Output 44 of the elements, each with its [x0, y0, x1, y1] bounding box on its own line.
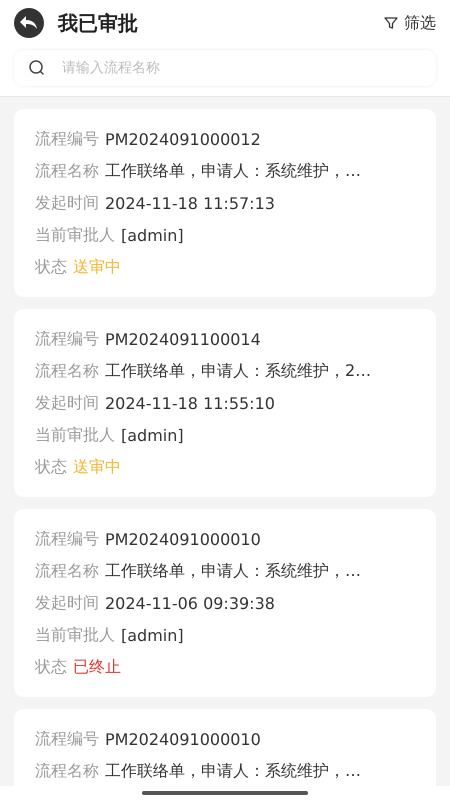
field-value: 2024-11-18 11:55:10	[105, 394, 275, 412]
field-label: 当前审批人	[35, 424, 115, 446]
field-label: 当前审批人	[35, 224, 115, 246]
field-value: [admin]	[121, 626, 184, 644]
field-label: 状态	[35, 656, 67, 678]
field-label: 流程名称	[35, 360, 99, 382]
page-title: 我已审批	[58, 10, 139, 36]
field-value: 2024-11-18 11:57:13	[105, 194, 275, 212]
field-value: [admin]	[121, 426, 184, 444]
approval-card[interactable]: 流程编号 PM2024091000010 流程名称 工作联络单，申请人：系统维护，… 发起时间 2024-11-06 09:39:38 当前审批人 [admin] 状态 已终止	[14, 509, 436, 697]
status-text: 送审中	[73, 256, 121, 278]
field-value: [admin]	[121, 226, 184, 244]
back-icon[interactable]	[14, 8, 44, 38]
field-value: 工作联络单，申请人：系统维护，…	[105, 160, 361, 182]
filter-icon	[384, 16, 398, 30]
field-value: 工作联络单，申请人：系统维护，…	[105, 560, 361, 582]
field-label: 发起时间	[35, 192, 99, 214]
field-label: 流程编号	[35, 728, 99, 750]
field-label: 状态	[35, 256, 67, 278]
field-label: 流程名称	[35, 160, 99, 182]
field-value: PM2024091100014	[105, 330, 261, 348]
approval-card[interactable]: 流程编号 PM2024091100014 流程名称 工作联络单，申请人：系统维护，2… 发起时间 2024-11-18 11:55:10 当前审批人 [admin] 状态 送审中	[14, 309, 436, 497]
status-text: 送审中	[73, 456, 121, 478]
field-label: 状态	[35, 456, 67, 478]
field-value: 2024-11-06 09:39:38	[105, 594, 275, 612]
field-value: PM2024091000010	[105, 730, 261, 748]
search-icon	[28, 59, 46, 77]
field-label: 流程名称	[35, 760, 99, 782]
search-field[interactable]: 请输入流程名称	[60, 59, 422, 77]
field-label: 发起时间	[35, 392, 99, 414]
status-text: 已终止	[73, 656, 121, 678]
field-value: PM2024091000010	[105, 530, 261, 548]
field-value: 工作联络单，申请人：系统维护，…	[105, 760, 361, 782]
field-label: 流程编号	[35, 328, 99, 350]
field-label: 流程编号	[35, 128, 99, 150]
field-label: 流程名称	[35, 560, 99, 582]
field-label: 当前审批人	[35, 624, 115, 646]
approval-card[interactable]: 流程编号 PM2024091000010 流程名称 工作联络单，申请人：系统维护，…	[14, 709, 436, 786]
field-value: 工作联络单，申请人：系统维护，2…	[105, 360, 372, 382]
field-label: 流程编号	[35, 528, 99, 550]
field-label: 发起时间	[35, 592, 99, 614]
approval-card[interactable]: 流程编号 PM2024091000012 流程名称 工作联络单，申请人：系统维护，… 发起时间 2024-11-18 11:57:13 当前审批人 [admin] 状态 送审中	[14, 109, 436, 297]
field-value: PM2024091000012	[105, 130, 261, 148]
filter-button[interactable]: 筛选	[384, 12, 436, 34]
